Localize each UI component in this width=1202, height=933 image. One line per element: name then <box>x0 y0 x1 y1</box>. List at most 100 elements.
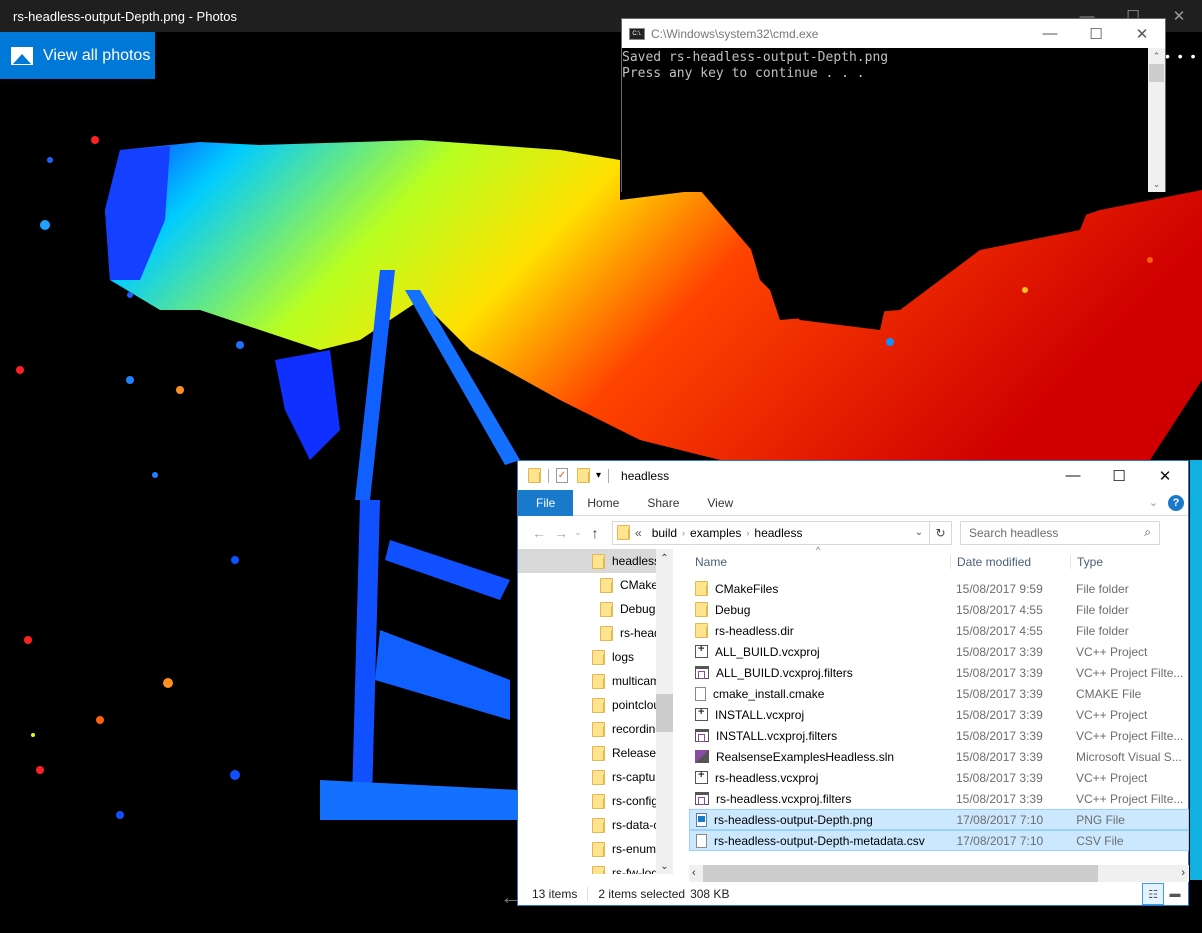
column-header-type[interactable]: Type <box>1070 555 1188 569</box>
nav-pane-item[interactable]: rs-headless.dir <box>518 621 656 645</box>
tab-share[interactable]: Share <box>633 490 693 516</box>
nav-pane-item-label: CMakeFiles <box>620 578 656 592</box>
file-row[interactable]: cmake_install.cmake 15/08/2017 3:39 CMAKE … <box>689 683 1189 704</box>
nav-pane-item[interactable]: pointcloud <box>518 693 656 717</box>
scroll-up-arrow-icon[interactable]: ⌃ <box>656 553 673 564</box>
nav-pane-item[interactable]: rs-config <box>518 789 656 813</box>
file-explorer-window: ✓ ▾ headless — ☐ ✕ File Home Share View … <box>517 460 1189 906</box>
file-date: 15/08/2017 3:39 <box>956 686 1043 701</box>
file-row[interactable]: rs-headless-output-Depth-metadata.csv 17/… <box>689 830 1189 851</box>
address-bar[interactable]: « build › examples › headless ⌄ <box>612 520 930 545</box>
large-icons-view-button[interactable]: ▬ <box>1164 883 1186 905</box>
file-row[interactable]: INSTALL.vcxproj 15/08/2017 3:39 VC++ Proje… <box>689 704 1189 725</box>
cmd-maximize-button[interactable]: ☐ <box>1073 25 1119 43</box>
up-button[interactable]: ↑ <box>584 525 606 541</box>
refresh-button[interactable]: ↻ <box>930 520 952 545</box>
filters-file-icon <box>695 666 709 679</box>
customize-toolbar-icon[interactable]: ▾ <box>596 470 601 481</box>
file-type: VC++ Project <box>1076 644 1148 659</box>
scrollbar-thumb[interactable] <box>1149 64 1164 82</box>
horizontal-scrollbar[interactable]: ‹ › <box>689 865 1189 882</box>
tab-file[interactable]: File <box>518 489 574 516</box>
file-name: rs-headless.dir <box>715 623 794 638</box>
vc-project-icon <box>695 706 708 721</box>
recent-locations-button[interactable]: ⌄ <box>572 527 584 538</box>
explorer-maximize-button[interactable]: ☐ <box>1096 467 1142 485</box>
scrollbar-thumb[interactable] <box>656 694 673 732</box>
cmd-title: C:\Windows\system32\cmd.exe <box>651 26 819 41</box>
file-row[interactable]: RealsenseExamplesHeadless.sln 15/08/2017 … <box>689 746 1189 767</box>
back-button[interactable]: ← <box>528 525 550 541</box>
nav-pane-item[interactable]: rs-enumerate <box>518 837 656 861</box>
breadcrumb-examples[interactable]: examples <box>690 526 741 540</box>
file-row[interactable]: rs-headless.vcxproj 15/08/2017 3:39 VC++ P… <box>689 767 1189 788</box>
file-row[interactable]: rs-headless-output-Depth.png 17/08/2017 7… <box>689 809 1189 830</box>
file-name-cell: ALL_BUILD.vcxproj.filters <box>689 666 950 680</box>
breadcrumb-separator-icon[interactable]: › <box>746 528 749 538</box>
cmd-vertical-scrollbar[interactable]: ⌃ ⌄ <box>1148 48 1165 192</box>
view-all-photos-button[interactable]: View all photos <box>0 32 155 79</box>
nav-pane-item[interactable]: Release <box>518 741 656 765</box>
folder-icon <box>592 721 605 737</box>
folder-icon <box>592 697 605 713</box>
tab-home[interactable]: Home <box>573 490 633 516</box>
details-view-button[interactable]: ☷ <box>1142 883 1164 905</box>
nav-pane-item-label: rs-headless.dir <box>620 626 656 640</box>
nav-pane-item[interactable]: CMakeFiles <box>518 573 656 597</box>
new-folder-icon[interactable] <box>577 468 590 483</box>
scroll-right-arrow-icon[interactable]: › <box>1181 865 1185 882</box>
help-icon[interactable]: ? <box>1168 494 1184 511</box>
nav-pane-item[interactable]: rs-fw-logger <box>518 861 656 874</box>
file-name-cell: ALL_BUILD.vcxproj <box>689 643 950 659</box>
tab-view[interactable]: View <box>693 490 747 516</box>
file-row[interactable]: ALL_BUILD.vcxproj.filters 15/08/2017 3:39… <box>689 662 1189 683</box>
column-header-date[interactable]: Date modified <box>950 555 1070 569</box>
file-date: 15/08/2017 3:39 <box>956 644 1043 659</box>
view-all-photos-label: View all photos <box>43 46 151 64</box>
explorer-close-button[interactable]: ✕ <box>1142 467 1188 485</box>
scroll-down-arrow-icon[interactable]: ⌄ <box>656 861 673 872</box>
scroll-left-arrow-icon[interactable]: ‹ <box>692 865 696 882</box>
nav-pane-item[interactable]: headless <box>518 549 656 573</box>
expand-ribbon-icon[interactable]: ⌄ <box>1149 496 1158 509</box>
cmd-minimize-button[interactable]: — <box>1027 25 1073 43</box>
file-row[interactable]: CMakeFiles 15/08/2017 9:59 File folder <box>689 578 1189 599</box>
more-options-button[interactable]: • • • <box>1165 48 1197 64</box>
search-box[interactable]: Search headless ⌕ <box>960 520 1160 545</box>
scroll-up-arrow-icon[interactable]: ⌃ <box>1148 48 1165 64</box>
scrollbar-thumb[interactable] <box>703 865 1098 882</box>
column-header-name[interactable]: Name <box>689 555 950 569</box>
photos-window-title: rs-headless-output-Depth.png - Photos <box>13 9 238 24</box>
address-dropdown-icon[interactable]: ⌄ <box>909 527 929 538</box>
file-name-cell: RealsenseExamplesHeadless.sln <box>689 750 950 764</box>
breadcrumb-build[interactable]: build <box>652 526 677 540</box>
scroll-down-arrow-icon[interactable]: ⌄ <box>1148 176 1165 192</box>
nav-pane-item[interactable]: logs <box>518 645 656 669</box>
folder-icon <box>528 468 541 483</box>
divider <box>548 468 549 483</box>
cmd-close-button[interactable]: ✕ <box>1119 25 1165 43</box>
nav-pane-scrollbar[interactable]: ⌃ ⌄ <box>656 549 673 874</box>
nav-pane-item[interactable]: Debug <box>518 597 656 621</box>
file-row[interactable]: rs-headless.dir 15/08/2017 4:55 File folde… <box>689 620 1189 641</box>
file-row[interactable]: Debug 15/08/2017 4:55 File folder <box>689 599 1189 620</box>
breadcrumb-headless[interactable]: headless <box>754 526 802 540</box>
properties-icon[interactable]: ✓ <box>556 468 568 483</box>
search-input[interactable]: Search headless <box>969 526 1058 540</box>
nav-pane-item[interactable]: rs-data-collect <box>518 813 656 837</box>
nav-pane-item[interactable]: multicam <box>518 669 656 693</box>
nav-pane-item-label: rs-fw-logger <box>612 866 656 874</box>
explorer-minimize-button[interactable]: — <box>1050 467 1096 485</box>
file-row[interactable]: rs-headless.vcxproj.filters 15/08/2017 3:… <box>689 788 1189 809</box>
breadcrumb-overflow[interactable]: « <box>635 526 642 540</box>
forward-button[interactable]: → <box>550 525 572 541</box>
nav-pane-item[interactable]: recording <box>518 717 656 741</box>
breadcrumb-separator-icon[interactable]: › <box>682 528 685 538</box>
file-row[interactable]: INSTALL.vcxproj.filters 15/08/2017 3:39 VC… <box>689 725 1189 746</box>
console-output[interactable]: Saved rs-headless-output-Depth.png Press… <box>622 48 1149 192</box>
selection-size: 308 KB <box>690 887 730 901</box>
file-date: 15/08/2017 3:39 <box>956 770 1043 785</box>
file-date: 17/08/2017 7:10 <box>956 833 1044 848</box>
file-row[interactable]: ALL_BUILD.vcxproj 15/08/2017 3:39 VC++ Pro… <box>689 641 1189 662</box>
nav-pane-item[interactable]: rs-capture <box>518 765 656 789</box>
